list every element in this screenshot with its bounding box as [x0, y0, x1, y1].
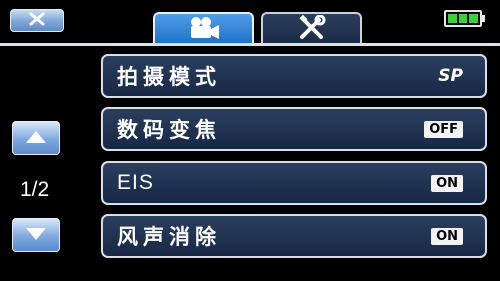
menu-item-eis[interactable]: EIS ON: [101, 161, 487, 205]
eis-badge: ON: [431, 174, 463, 192]
battery-icon: [444, 10, 482, 27]
menu-item-label: 风声消除: [117, 225, 221, 249]
page-up-button[interactable]: [12, 121, 60, 155]
wind-noise-badge: ON: [431, 227, 463, 245]
menu-item-label: EIS: [117, 171, 154, 194]
page-down-button[interactable]: [12, 218, 60, 252]
menu-item-label: 数码变焦: [117, 118, 221, 142]
menu-item-digital-zoom[interactable]: 数码变焦 OFF: [101, 107, 487, 151]
digital-zoom-badge: OFF: [424, 120, 463, 138]
menu-item-label: 拍摄模式: [117, 65, 221, 89]
close-icon: [28, 11, 46, 30]
video-camera-icon: [186, 16, 222, 44]
tab-settings[interactable]: [261, 12, 362, 45]
header-divider: [0, 43, 500, 46]
menu-item-shooting-mode[interactable]: 拍摄模式 SP: [101, 54, 487, 98]
tab-video[interactable]: [153, 12, 254, 45]
shooting-mode-value: SP: [438, 66, 463, 86]
battery-tip: [482, 15, 485, 22]
arrow-up-icon: [25, 129, 47, 148]
arrow-down-icon: [25, 226, 47, 245]
wrench-screwdriver-icon: [297, 14, 327, 45]
page-indicator: 1/2: [20, 178, 50, 201]
close-button[interactable]: [10, 9, 64, 32]
menu-item-wind-noise-cut[interactable]: 风声消除 ON: [101, 214, 487, 258]
